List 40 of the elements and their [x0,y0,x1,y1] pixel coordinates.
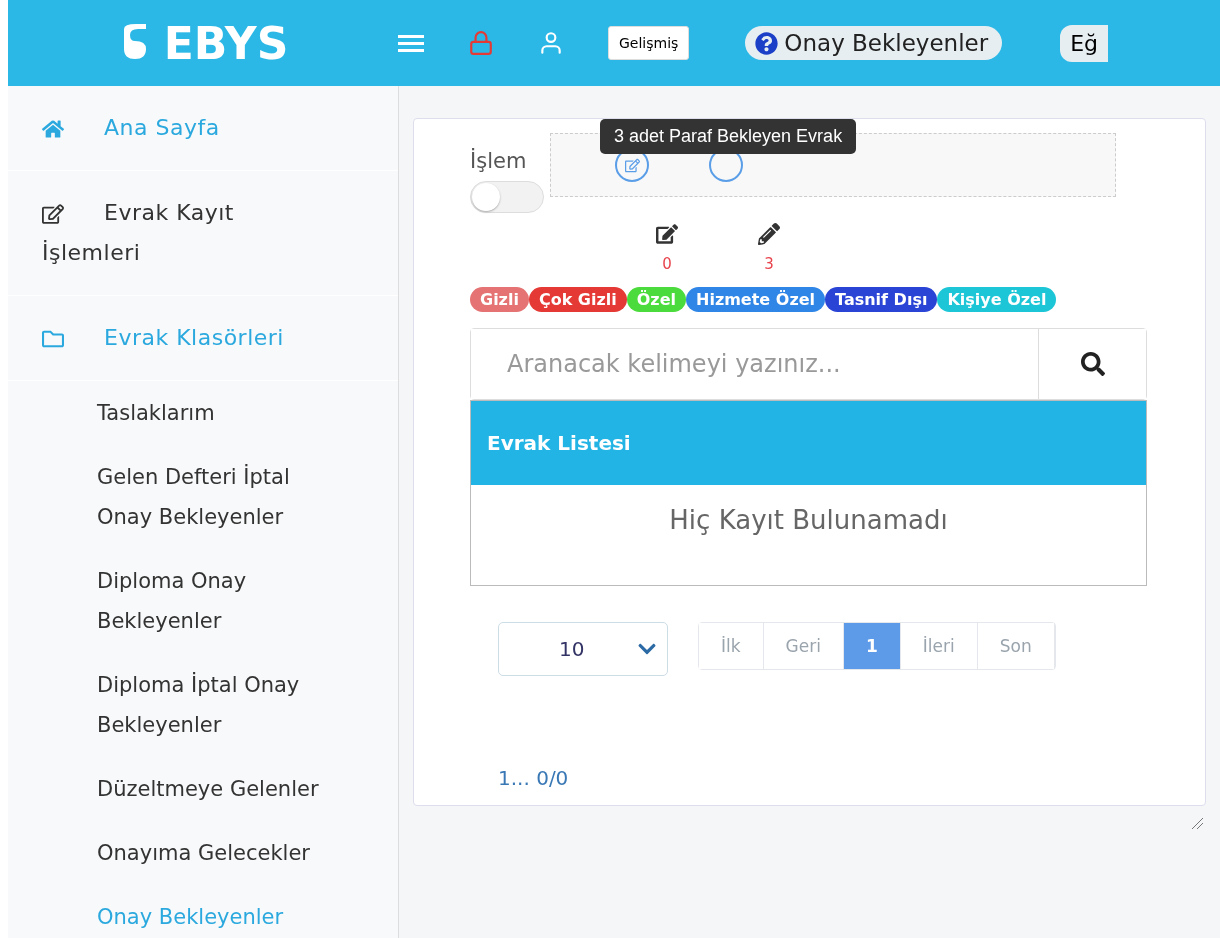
pencil-icon [758,223,780,245]
user-icon[interactable] [538,30,564,56]
classification-tag: Kişiye Özel [937,287,1057,312]
classification-tag: Gizli [470,287,529,312]
search-button[interactable] [1038,329,1146,399]
sidebar-subitem[interactable]: Gelen Defteri İptal Onay Bekleyenler [8,445,398,549]
classification-tag: Tasnif Dışı [825,287,938,312]
classification-tag: Çok Gizli [528,287,627,312]
logo-text: EBYS [163,17,289,69]
tooltip: 3 adet Paraf Bekleyen Evrak [600,119,857,154]
header-button[interactable]: Eğ [1060,24,1109,62]
sidebar-item[interactable]: Evrak Kayıt İşlemleri [8,171,398,296]
sidebar-subitem[interactable]: Düzeltmeye Gelenler [8,757,398,821]
record-summary: 1... 0/0 [497,766,570,790]
classification-tag: Özel [626,287,686,312]
empty-message: Hiç Kayıt Bulunamadı [668,504,949,535]
home-icon [42,118,64,140]
count-label: 0 [662,255,672,273]
edit-icon [624,157,640,173]
page-title: Onay Bekleyenler [784,30,989,56]
operation-toggle[interactable] [470,181,544,213]
sidebar-subitem[interactable]: Taslaklarım [8,381,398,445]
search-field[interactable]: Aranacak kelimeyi yazınız... [470,328,1147,400]
help-icon [755,31,779,55]
lock-icon[interactable] [468,30,494,56]
sidebar-subitem[interactable]: Diploma Onay Bekleyenler [8,549,398,653]
advanced-button[interactable]: Gelişmiş [608,26,690,60]
folder-icon [42,328,64,350]
classification-tag: Hizmete Özel [686,287,826,312]
edit-icon [42,203,64,225]
search-icon [1080,352,1105,376]
page-size-select[interactable]: 10 [498,622,668,676]
count-label: 3 [764,255,774,273]
list-header: Evrak Listesi [471,401,1146,485]
operation-label: İşlem [470,149,528,173]
sidebar-subitem[interactable]: Diploma İptal Onay Bekleyenler [8,653,398,757]
sidebar-subitem[interactable]: Onayıma Gelecekler [8,821,398,885]
menu-icon[interactable] [398,33,424,53]
resize-grip-icon [1190,816,1204,830]
edit-icon [656,223,678,245]
